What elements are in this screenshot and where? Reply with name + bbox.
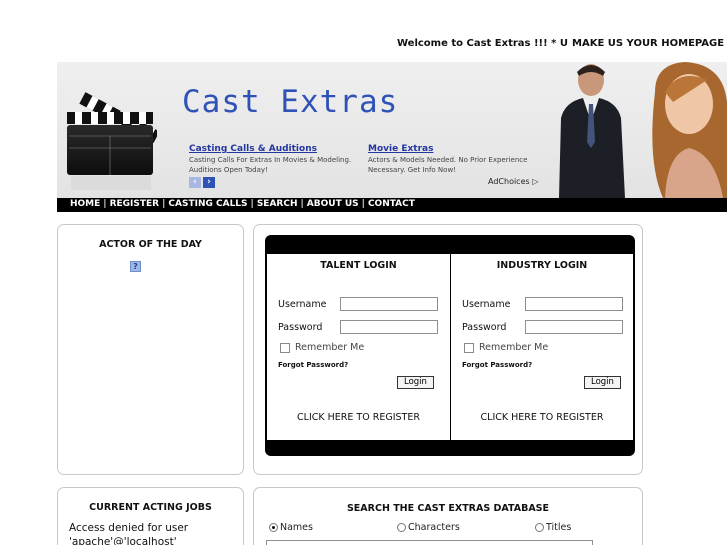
search-database-panel: SEARCH THE CAST EXTRAS DATABASE Names Ch… bbox=[253, 487, 643, 545]
jobs-error-line: 'apache'@'localhost' bbox=[69, 536, 177, 545]
nav-casting-calls[interactable]: CASTING CALLS bbox=[168, 199, 247, 209]
ad-title[interactable]: Casting Calls & Auditions bbox=[189, 144, 367, 154]
login-panel: TALENT LOGIN Username Password Remember … bbox=[253, 224, 643, 475]
ad-next-button[interactable]: › bbox=[203, 177, 215, 188]
jobs-error-line: Access denied for user bbox=[69, 522, 189, 534]
nav-separator: | bbox=[103, 199, 107, 209]
ad-text: Casting Calls For Extras In Movies & Mod… bbox=[189, 156, 352, 174]
talent-forgot-password-link[interactable]: Forgot Password? bbox=[278, 361, 348, 369]
talent-password-label: Password bbox=[278, 322, 323, 333]
talent-username-input[interactable] bbox=[340, 297, 438, 311]
industry-login: INDUSTRY LOGIN Username Password Remembe… bbox=[450, 254, 633, 440]
actor-of-the-day-panel: ACTOR OF THE DAY ? bbox=[57, 224, 244, 475]
industry-username-input[interactable] bbox=[525, 297, 623, 311]
current-acting-jobs-title: CURRENT ACTING JOBS bbox=[89, 502, 212, 513]
industry-login-button[interactable]: Login bbox=[584, 376, 621, 389]
welcome-text: Welcome to Cast Extras !!! * U bbox=[397, 38, 568, 49]
talent-remember-label: Remember Me bbox=[295, 342, 365, 353]
search-option-characters[interactable]: Characters bbox=[397, 522, 460, 533]
radio-names[interactable] bbox=[269, 523, 278, 532]
broken-image-icon[interactable]: ? bbox=[130, 261, 141, 272]
industry-password-input[interactable] bbox=[525, 320, 623, 334]
make-homepage-link[interactable]: MAKE US YOUR HOMEPAGE bbox=[572, 38, 724, 49]
industry-forgot-password-link[interactable]: Forgot Password? bbox=[462, 361, 532, 369]
top-bar: Welcome to Cast Extras !!! * U MAKE US Y… bbox=[0, 38, 727, 52]
ad-prev-button[interactable]: ‹ bbox=[189, 177, 201, 188]
talent-remember-checkbox[interactable] bbox=[280, 342, 290, 353]
talent-login-title: TALENT LOGIN bbox=[320, 260, 397, 271]
talent-register-link[interactable]: CLICK HERE TO REGISTER bbox=[267, 412, 450, 423]
radio-label: Titles bbox=[546, 522, 572, 533]
industry-remember-me[interactable]: Remember Me bbox=[464, 342, 548, 353]
nav-separator: | bbox=[162, 199, 166, 209]
banner-people-image bbox=[559, 62, 727, 198]
jobs-error-message: Access denied for user 'apache'@'localho… bbox=[69, 521, 188, 545]
radio-titles[interactable] bbox=[535, 523, 544, 532]
ad-title[interactable]: Movie Extras bbox=[368, 144, 546, 154]
main-nav: HOME | REGISTER | CASTING CALLS | SEARCH | ABOUT… bbox=[57, 198, 727, 212]
current-acting-jobs-panel: CURRENT ACTING JOBS Access denied for us… bbox=[57, 487, 244, 545]
talent-password-input[interactable] bbox=[340, 320, 438, 334]
ad-arrows: ‹ › bbox=[189, 177, 215, 188]
nav-search[interactable]: SEARCH bbox=[257, 199, 298, 209]
login-columns: TALENT LOGIN Username Password Remember … bbox=[267, 254, 633, 440]
nav-home[interactable]: HOME bbox=[70, 199, 100, 209]
radio-label: Characters bbox=[408, 522, 460, 533]
talent-username-label: Username bbox=[278, 299, 327, 310]
search-option-names[interactable]: Names bbox=[269, 522, 313, 533]
search-input[interactable] bbox=[266, 540, 593, 545]
talent-remember-me[interactable]: Remember Me bbox=[280, 342, 364, 353]
site-banner: Cast Extras Casting Calls & Auditions Ca… bbox=[57, 62, 727, 198]
radio-label: Names bbox=[280, 522, 313, 533]
industry-remember-label: Remember Me bbox=[479, 342, 549, 353]
nav-contact[interactable]: CONTACT bbox=[368, 199, 415, 209]
radio-characters[interactable] bbox=[397, 523, 406, 532]
ad-movie-extras[interactable]: Movie Extras Actors & Models Needed. No … bbox=[368, 144, 546, 175]
talent-login: TALENT LOGIN Username Password Remember … bbox=[267, 254, 450, 440]
adchoices-link[interactable]: AdChoices ▷ bbox=[488, 177, 538, 186]
login-box: TALENT LOGIN Username Password Remember … bbox=[265, 235, 635, 456]
nav-separator: | bbox=[300, 199, 304, 209]
actor-of-the-day-title: ACTOR OF THE DAY bbox=[99, 239, 202, 250]
industry-password-label: Password bbox=[462, 322, 507, 333]
clapperboard-icon bbox=[67, 92, 157, 190]
search-database-title: SEARCH THE CAST EXTRAS DATABASE bbox=[346, 503, 550, 514]
nav-about-us[interactable]: ABOUT US bbox=[307, 199, 359, 209]
industry-register-link[interactable]: CLICK HERE TO REGISTER bbox=[451, 412, 633, 423]
ad-text: Actors & Models Needed. No Prior Experie… bbox=[368, 156, 528, 174]
industry-login-title: INDUSTRY LOGIN bbox=[496, 260, 588, 271]
nav-separator: | bbox=[250, 199, 254, 209]
talent-login-button[interactable]: Login bbox=[397, 376, 434, 389]
nav-separator: | bbox=[361, 199, 365, 209]
nav-register[interactable]: REGISTER bbox=[110, 199, 160, 209]
industry-username-label: Username bbox=[462, 299, 511, 310]
search-option-titles[interactable]: Titles bbox=[535, 522, 571, 533]
ad-casting-calls[interactable]: Casting Calls & Auditions Casting Calls … bbox=[189, 144, 367, 175]
industry-remember-checkbox[interactable] bbox=[464, 342, 474, 353]
site-logo[interactable]: Cast Extras bbox=[182, 84, 398, 120]
